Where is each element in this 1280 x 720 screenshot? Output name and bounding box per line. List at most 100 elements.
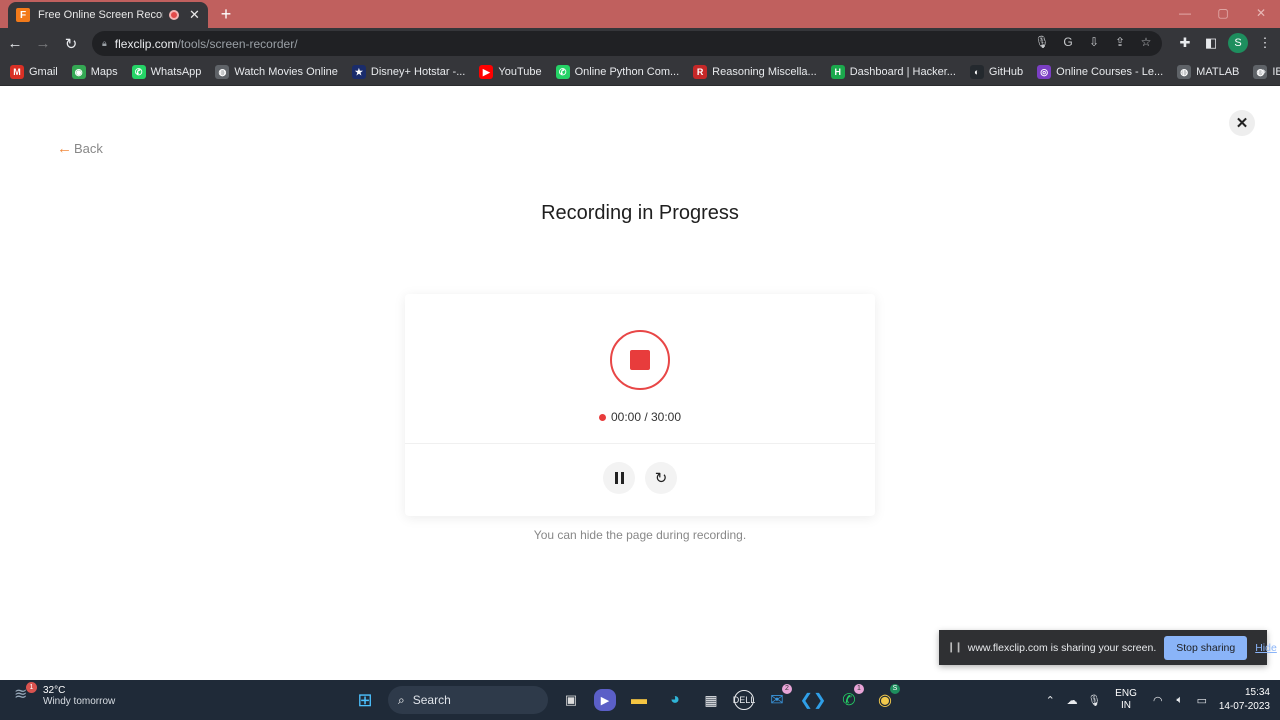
whatsapp-icon: ✆: [555, 65, 570, 79]
lock-icon[interactable]: 🔒︎: [102, 38, 107, 49]
browser-toolbar: ← → ↻ 🔒︎ flexclip.com /tools/screen-reco…: [0, 28, 1280, 59]
close-button[interactable]: ✕: [1229, 110, 1255, 136]
mail-badge: 2: [782, 684, 792, 694]
bookmark-label: Online Python Com...: [574, 66, 680, 78]
bookmark-item[interactable]: R Reasoning Miscella...: [693, 65, 817, 79]
whatsapp-icon[interactable]: ✆ 1: [836, 684, 864, 713]
reload-icon[interactable]: ↻: [58, 35, 84, 53]
stop-recording-button[interactable]: [610, 330, 670, 390]
forward-arrow-icon[interactable]: →: [30, 35, 56, 52]
vscode-icon[interactable]: ❮❯: [800, 687, 827, 713]
back-arrow-icon[interactable]: ←: [2, 35, 28, 52]
bookmark-item[interactable]: H Dashboard | Hacker...: [830, 65, 956, 79]
recording-controls: ↻: [405, 462, 875, 494]
onedrive-cloud-icon[interactable]: ☁: [1061, 694, 1083, 707]
url-host: flexclip.com: [114, 36, 178, 51]
weather-notification-badge: 1: [26, 682, 37, 693]
taskbar-apps: ⊞ ⌕ Search ▣ ▶ ▬ ◕ ▦ DELL ✉ 2 ❮❯ ✆ 1 ◉ S: [352, 684, 900, 714]
bookmark-item[interactable]: ◐ GitHub: [969, 65, 1023, 79]
region-code: IN: [1121, 700, 1131, 711]
bookmark-item[interactable]: ✆ Online Python Com...: [555, 65, 680, 79]
bookmarks-bar: M Gmail ◉ Maps ✆ WhatsApp ◍ Watch Movies Online…: [0, 59, 1280, 86]
hide-page-hint: You can hide the page during recording.: [533, 528, 747, 542]
bookmark-item[interactable]: ◍ Watch Movies Online: [215, 65, 338, 79]
bookmark-star-icon[interactable]: ☆: [1138, 35, 1154, 49]
bookmark-label: WhatsApp: [150, 66, 202, 78]
stop-sharing-button[interactable]: Stop sharing: [1164, 635, 1248, 660]
bookmark-label: Dashboard | Hacker...: [849, 66, 956, 78]
weather-widget[interactable]: ≋ 1 32°C Windy tomorrow: [14, 682, 116, 708]
microsoft-store-icon[interactable]: ▦: [698, 687, 724, 713]
dell-icon[interactable]: DELL: [733, 690, 755, 710]
clock[interactable]: 15:34 14-07-2023: [1219, 686, 1270, 714]
hide-sharing-bar-link[interactable]: Hide: [1255, 642, 1277, 654]
language-indicator[interactable]: ENG IN: [1115, 688, 1137, 712]
whatsapp-badge: 1: [854, 684, 864, 694]
hotstar-icon: ★: [351, 65, 366, 79]
language-code: ENG: [1115, 688, 1137, 699]
bookmark-item[interactable]: ◍IBM: [1253, 65, 1280, 79]
new-tab-button[interactable]: +: [216, 4, 236, 25]
youtube-icon: ▶: [479, 65, 494, 79]
profile-avatar[interactable]: S: [1228, 33, 1248, 53]
bookmark-item[interactable]: M Gmail: [10, 65, 58, 79]
back-label: Back: [74, 141, 103, 156]
sharing-message: www.flexclip.com is sharing your screen.: [967, 641, 1157, 654]
bookmark-item[interactable]: ▶ YouTube: [479, 65, 542, 79]
back-link[interactable]: ← Back: [57, 140, 103, 157]
bookmark-item[interactable]: ✆ WhatsApp: [131, 65, 202, 79]
teams-chat-icon[interactable]: ▶: [594, 689, 616, 711]
globe-icon: ◍: [215, 65, 230, 79]
search-label: Search: [412, 693, 451, 707]
reasoning-icon: R: [693, 65, 708, 79]
chevron-up-icon[interactable]: ⌃: [1039, 694, 1061, 707]
bookmarks-overflow-icon[interactable]: »: [1260, 66, 1266, 78]
recording-indicator-icon: [169, 10, 179, 20]
browser-tab-active[interactable]: F Free Online Screen Recorder ✕: [8, 2, 208, 28]
chrome-icon[interactable]: ◉ S: [872, 684, 900, 713]
tab-close-icon[interactable]: ✕: [189, 7, 200, 23]
battery-icon[interactable]: ▭: [1191, 694, 1213, 707]
microphone-icon[interactable]: 🎙︎: [1034, 35, 1050, 49]
taskbar-search[interactable]: ⌕ Search: [388, 686, 548, 714]
bookmark-item[interactable]: ◉ Maps: [71, 65, 118, 79]
mail-icon[interactable]: ✉ 2: [764, 684, 792, 713]
window-close-icon[interactable]: ✕: [1242, 0, 1280, 28]
share-icon[interactable]: ⇪: [1112, 35, 1128, 49]
drag-handle-icon[interactable]: ❙❙: [947, 642, 963, 653]
pause-button[interactable]: [603, 462, 635, 494]
volume-icon[interactable]: 🔈︎: [1169, 694, 1191, 707]
wifi-icon[interactable]: ◠: [1147, 694, 1169, 707]
back-arrow-icon: ←: [57, 140, 72, 157]
extensions-icon[interactable]: ✚: [1176, 35, 1194, 51]
task-view-icon[interactable]: ▣: [558, 687, 584, 713]
address-bar[interactable]: 🔒︎ flexclip.com /tools/screen-recorder/ …: [92, 31, 1162, 56]
minimize-icon[interactable]: —: [1166, 0, 1204, 28]
screen-sharing-bar: ❙❙ www.flexclip.com is sharing your scre…: [939, 630, 1277, 665]
restart-button[interactable]: ↻: [645, 462, 677, 494]
maximize-icon[interactable]: ▢: [1204, 0, 1242, 28]
google-lens-icon[interactable]: G: [1060, 35, 1076, 49]
menu-kebab-icon[interactable]: ⋮: [1256, 35, 1274, 51]
file-explorer-icon[interactable]: ▬: [626, 687, 652, 713]
globe-icon: ◍: [1177, 65, 1192, 79]
side-panel-icon[interactable]: ◧: [1202, 35, 1220, 51]
bookmark-label: Watch Movies Online: [234, 66, 338, 78]
install-app-icon[interactable]: ⇩: [1086, 35, 1102, 49]
bookmark-item[interactable]: ◎ Online Courses - Le...: [1037, 65, 1163, 79]
gmail-icon: M: [10, 65, 24, 79]
weather-description: Windy tomorrow: [43, 696, 116, 707]
system-tray: ⌃ ☁ 🎙︎ ENG IN ◠ 🔈︎ ▭ 15:34 14-07-2023: [1039, 680, 1280, 720]
microphone-icon[interactable]: 🎙︎: [1083, 694, 1105, 707]
edge-icon[interactable]: ◕: [662, 687, 688, 713]
url-path: /tools/screen-recorder/: [177, 36, 298, 51]
courses-icon: ◎: [1037, 65, 1052, 79]
windows-start-icon[interactable]: ⊞: [352, 687, 378, 713]
bookmark-item[interactable]: ◍ MATLAB: [1177, 65, 1239, 79]
windows-taskbar: ≋ 1 32°C Windy tomorrow ⊞ ⌕ Search ▣ ▶ ▬…: [0, 680, 1280, 720]
bookmark-label: Gmail: [29, 66, 58, 78]
clock-date: 14-07-2023: [1218, 701, 1270, 712]
timer-text: 00:00 / 30:00: [610, 410, 682, 424]
address-bar-actions: 🎙︎ G ⇩ ⇪ ☆: [1034, 35, 1154, 49]
bookmark-item[interactable]: ★ Disney+ Hotstar -...: [351, 65, 465, 79]
